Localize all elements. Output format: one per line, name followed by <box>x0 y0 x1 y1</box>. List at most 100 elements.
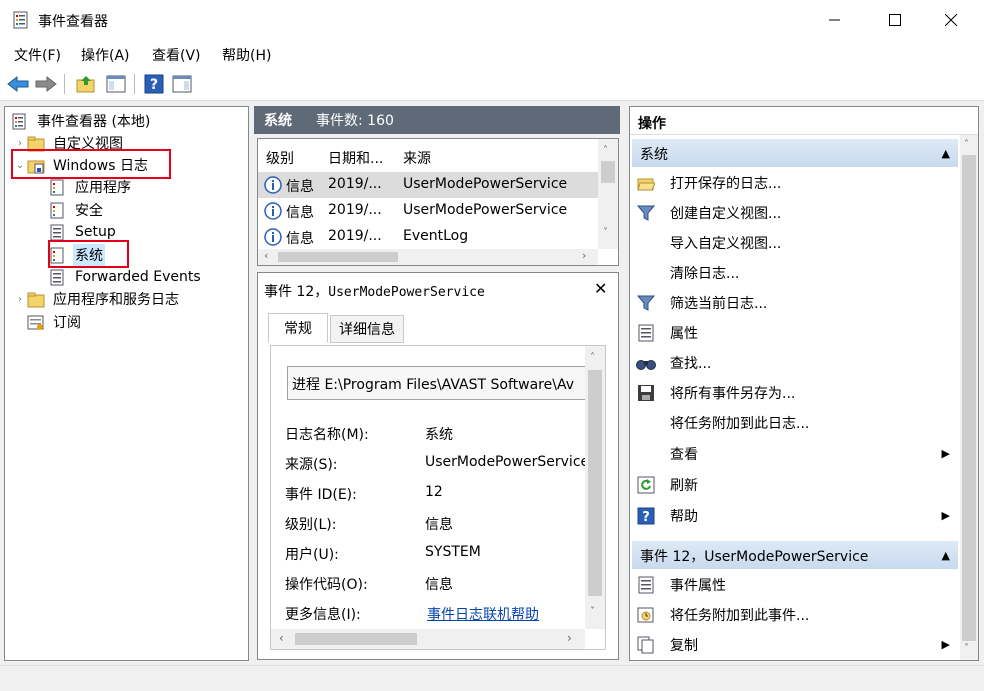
actions-section-event[interactable]: 事件 12，UserModePowerService ▲ <box>632 541 958 569</box>
action-label: 创建自定义视图... <box>670 206 782 222</box>
console-tree-icon <box>106 75 126 93</box>
event-list-vscrollbar[interactable]: ˄ ˅ <box>598 139 618 249</box>
action-properties[interactable]: 属性 <box>636 320 956 346</box>
log-icon <box>50 202 64 218</box>
tree-item-application[interactable]: 应用程序 <box>35 176 133 198</box>
up-level-button[interactable] <box>74 72 98 96</box>
action-filter-current-log[interactable]: 筛选当前日志... <box>636 290 956 316</box>
menu-action[interactable]: 操作(A) <box>81 45 130 65</box>
submenu-arrow-icon: ▶ <box>941 509 950 522</box>
tree-item-subscriptions[interactable]: 订阅 <box>13 311 83 333</box>
action-import-custom-view[interactable]: 导入自定义视图... <box>636 230 956 256</box>
event-viewer-icon <box>13 11 28 29</box>
tree-item-label: 订阅 <box>53 315 81 331</box>
scroll-thumb[interactable] <box>588 370 602 596</box>
column-source[interactable]: 来源 <box>403 148 431 168</box>
event-list-hscrollbar[interactable]: ‹ › <box>258 249 598 265</box>
forward-button[interactable] <box>34 72 58 96</box>
blank-icon <box>636 263 656 283</box>
scroll-thumb[interactable] <box>962 155 976 641</box>
action-attach-task-event[interactable]: 将任务附加到此事件... <box>636 602 956 628</box>
table-row[interactable]: 信息 2019/... UserModePowerService <box>258 172 598 198</box>
field-label: 事件 ID(E): <box>285 487 357 503</box>
table-row[interactable]: 信息 2019/... EventLog <box>258 224 598 250</box>
chevron-down-icon[interactable]: ˅ <box>603 227 608 238</box>
tree-item-security[interactable]: 安全 <box>35 199 105 221</box>
filter-icon <box>636 203 656 223</box>
maximize-button[interactable] <box>872 0 918 40</box>
minimize-button[interactable] <box>812 0 858 40</box>
action-create-custom-view[interactable]: 创建自定义视图... <box>636 200 956 226</box>
event-viewer-icon <box>12 113 26 129</box>
back-button[interactable] <box>6 72 30 96</box>
action-help[interactable]: ? 帮助 ▶ <box>636 503 956 529</box>
chevron-up-icon[interactable]: ˄ <box>590 352 595 363</box>
collapse-icon[interactable]: ▲ <box>942 549 950 562</box>
save-icon <box>636 383 656 403</box>
action-pane-button[interactable] <box>170 72 194 96</box>
chevron-right-icon[interactable]: › <box>582 249 586 262</box>
action-attach-task-log[interactable]: 将任务附加到此日志... <box>636 410 956 436</box>
column-level[interactable]: 级别 <box>266 148 294 168</box>
action-clear-log[interactable]: 清除日志... <box>636 260 956 286</box>
title-bar: 事件查看器 <box>0 0 984 40</box>
event-list[interactable]: 级别 日期和... 来源 信息 2019/... UserModePowerSe… <box>257 138 619 266</box>
action-event-properties[interactable]: 事件属性 <box>636 572 956 598</box>
close-icon <box>945 14 957 26</box>
chevron-left-icon[interactable]: ‹ <box>279 631 284 645</box>
chevron-down-icon[interactable]: ˅ <box>590 606 595 617</box>
folder-icon <box>27 292 45 307</box>
subscription-icon <box>27 315 44 330</box>
close-button[interactable] <box>928 0 974 40</box>
scroll-thumb[interactable] <box>601 161 615 183</box>
table-row[interactable]: 信息 2019/... UserModePowerService <box>258 198 598 224</box>
toolbar-separator <box>134 74 135 94</box>
menu-help[interactable]: 帮助(H) <box>222 45 271 65</box>
tree-item-forwarded-events[interactable]: Forwarded Events <box>35 266 203 288</box>
help-button[interactable]: ? <box>142 72 166 96</box>
actions-section-system[interactable]: 系统 ▲ <box>632 139 958 167</box>
chevron-left-icon[interactable]: ‹ <box>264 249 268 262</box>
general-vscrollbar[interactable]: ˄ ˅ <box>585 346 605 629</box>
info-icon <box>264 228 282 246</box>
info-icon <box>264 176 282 194</box>
close-icon[interactable]: ✕ <box>594 279 607 298</box>
tab-general[interactable]: 常规 <box>268 313 328 343</box>
tree-root[interactable]: 事件查看器 (本地) <box>7 110 152 132</box>
minimize-icon <box>829 19 840 21</box>
scroll-thumb[interactable] <box>278 252 398 262</box>
action-refresh[interactable]: 刷新 <box>636 472 956 498</box>
action-label: 将任务附加到此日志... <box>670 416 810 432</box>
show-hide-tree-button[interactable] <box>104 72 128 96</box>
general-hscrollbar[interactable]: ‹ › <box>271 629 585 649</box>
folder-up-icon <box>76 76 95 93</box>
action-find[interactable]: 查找... <box>636 350 956 376</box>
collapse-icon[interactable]: ▲ <box>942 147 950 160</box>
scroll-thumb[interactable] <box>295 633 417 645</box>
chevron-down-icon[interactable]: ˅ <box>964 643 969 654</box>
menu-file[interactable]: 文件(F) <box>14 45 61 65</box>
menu-view[interactable]: 查看(V) <box>152 45 201 65</box>
online-help-link[interactable]: 事件日志联机帮助 <box>427 604 539 624</box>
field-label: 来源(S): <box>285 457 338 473</box>
action-label: 事件属性 <box>670 578 726 594</box>
action-label: 将所有事件另存为... <box>670 386 796 402</box>
chevron-right-icon[interactable]: › <box>567 631 572 645</box>
chevron-up-icon[interactable]: ˄ <box>964 139 969 150</box>
actions-vscrollbar[interactable]: ˄ ˅ <box>960 135 978 660</box>
action-view[interactable]: 查看 ▶ <box>636 441 956 467</box>
chevron-up-icon[interactable]: ˄ <box>603 145 608 156</box>
chevron-right-icon[interactable]: › <box>13 294 27 305</box>
row-source: EventLog <box>403 228 469 244</box>
column-date[interactable]: 日期和... <box>328 148 383 168</box>
tab-details[interactable]: 详细信息 <box>330 315 404 343</box>
chevron-right-icon[interactable]: › <box>13 138 27 149</box>
action-save-all-events[interactable]: 将所有事件另存为... <box>636 380 956 406</box>
action-label: 将任务附加到此事件... <box>670 608 810 624</box>
field-value: SYSTEM <box>425 544 481 560</box>
event-detail-pane: 事件 12，UserModePowerService ✕ 常规 详细信息 进程 … <box>257 272 619 660</box>
action-open-saved-log[interactable]: 打开保存的日志... <box>636 170 956 196</box>
action-copy[interactable]: 复制 ▶ <box>636 632 956 658</box>
tree-item-app-service-logs[interactable]: › 应用程序和服务日志 <box>13 288 181 310</box>
folder-open-icon <box>636 173 656 193</box>
